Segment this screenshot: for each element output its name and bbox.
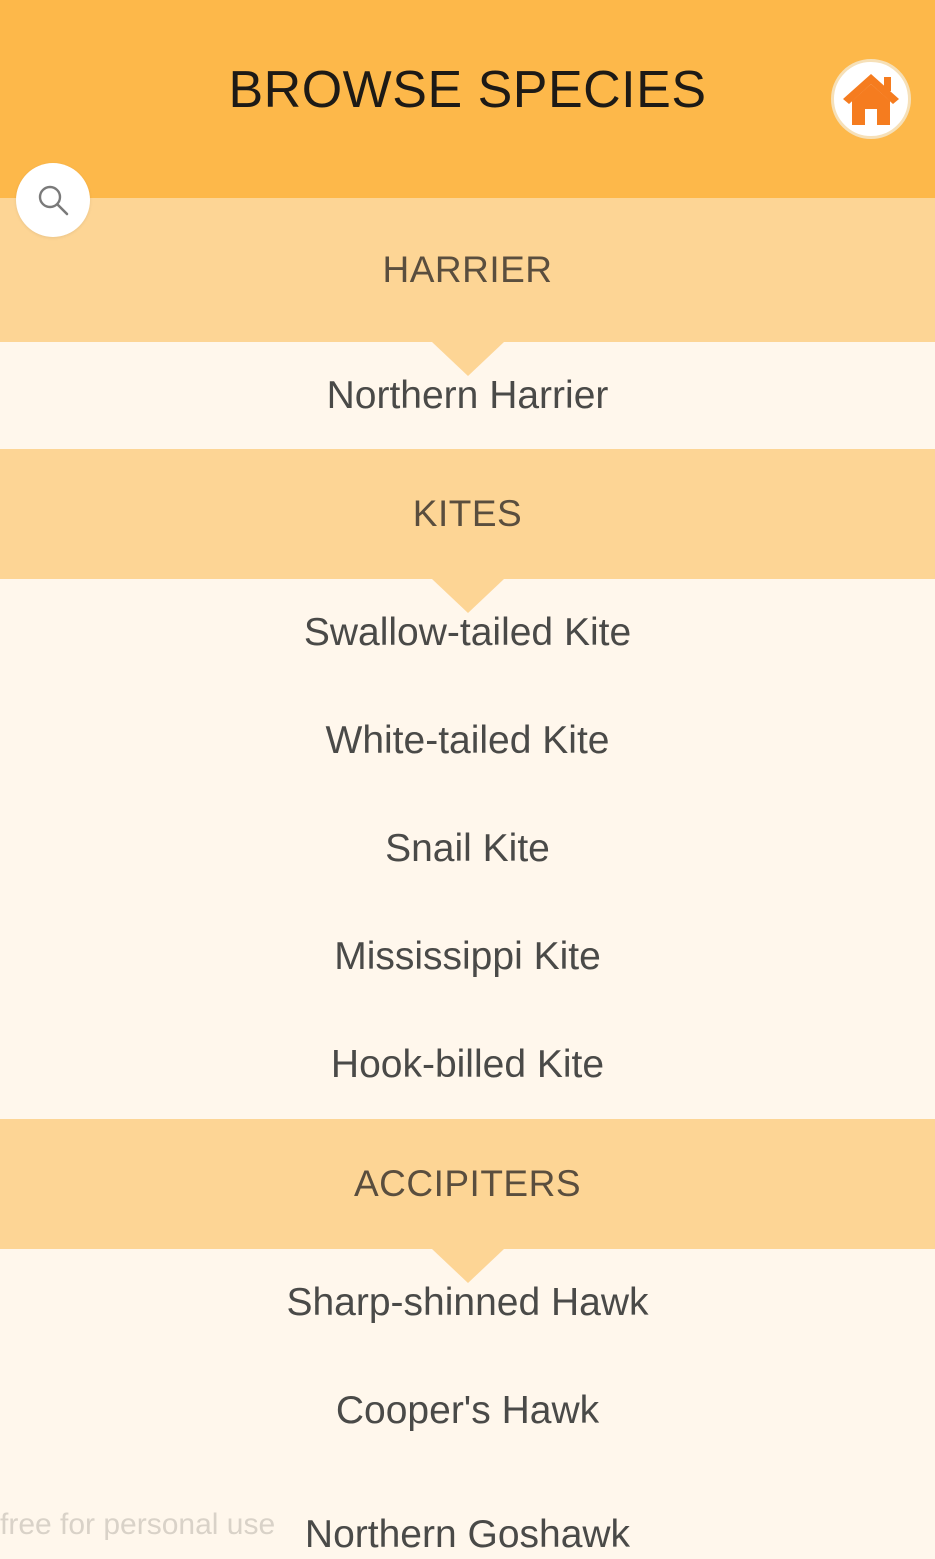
page-title: BROWSE SPECIES bbox=[228, 61, 707, 119]
species-label: Northern Goshawk bbox=[304, 1513, 631, 1556]
list-item[interactable]: Snail Kite bbox=[0, 795, 935, 903]
species-label: Swallow-tailed Kite bbox=[303, 611, 632, 654]
home-button[interactable] bbox=[831, 59, 911, 139]
species-list: HARRIER Northern Harrier KITES Swallow-t… bbox=[0, 198, 935, 1559]
list-item[interactable]: Hook-billed Kite bbox=[0, 1011, 935, 1119]
list-item[interactable]: Cooper's Hawk bbox=[0, 1357, 935, 1465]
species-label: Hook-billed Kite bbox=[330, 1043, 605, 1086]
species-label: Sharp-shinned Hawk bbox=[286, 1281, 649, 1324]
section-label: HARRIER bbox=[382, 249, 553, 290]
section-label: KITES bbox=[412, 493, 523, 534]
species-label: Mississippi Kite bbox=[334, 935, 601, 978]
species-label: Cooper's Hawk bbox=[335, 1389, 600, 1432]
section-header-kites: KITES bbox=[0, 449, 935, 613]
search-button[interactable] bbox=[16, 163, 90, 237]
app-header: BROWSE SPECIES bbox=[0, 0, 935, 198]
section-header-accipiters: ACCIPITERS bbox=[0, 1119, 935, 1283]
species-label: Northern Harrier bbox=[326, 373, 609, 417]
species-label: Snail Kite bbox=[385, 827, 550, 870]
species-label: White-tailed Kite bbox=[325, 719, 610, 762]
section-header-harrier: HARRIER bbox=[0, 198, 935, 376]
list-item[interactable]: Mississippi Kite bbox=[0, 903, 935, 1011]
watermark-text: free for personal use bbox=[0, 1508, 276, 1541]
search-icon bbox=[38, 185, 69, 216]
list-item[interactable]: White-tailed Kite bbox=[0, 687, 935, 795]
home-icon bbox=[843, 74, 899, 125]
section-label: ACCIPITERS bbox=[353, 1163, 582, 1204]
